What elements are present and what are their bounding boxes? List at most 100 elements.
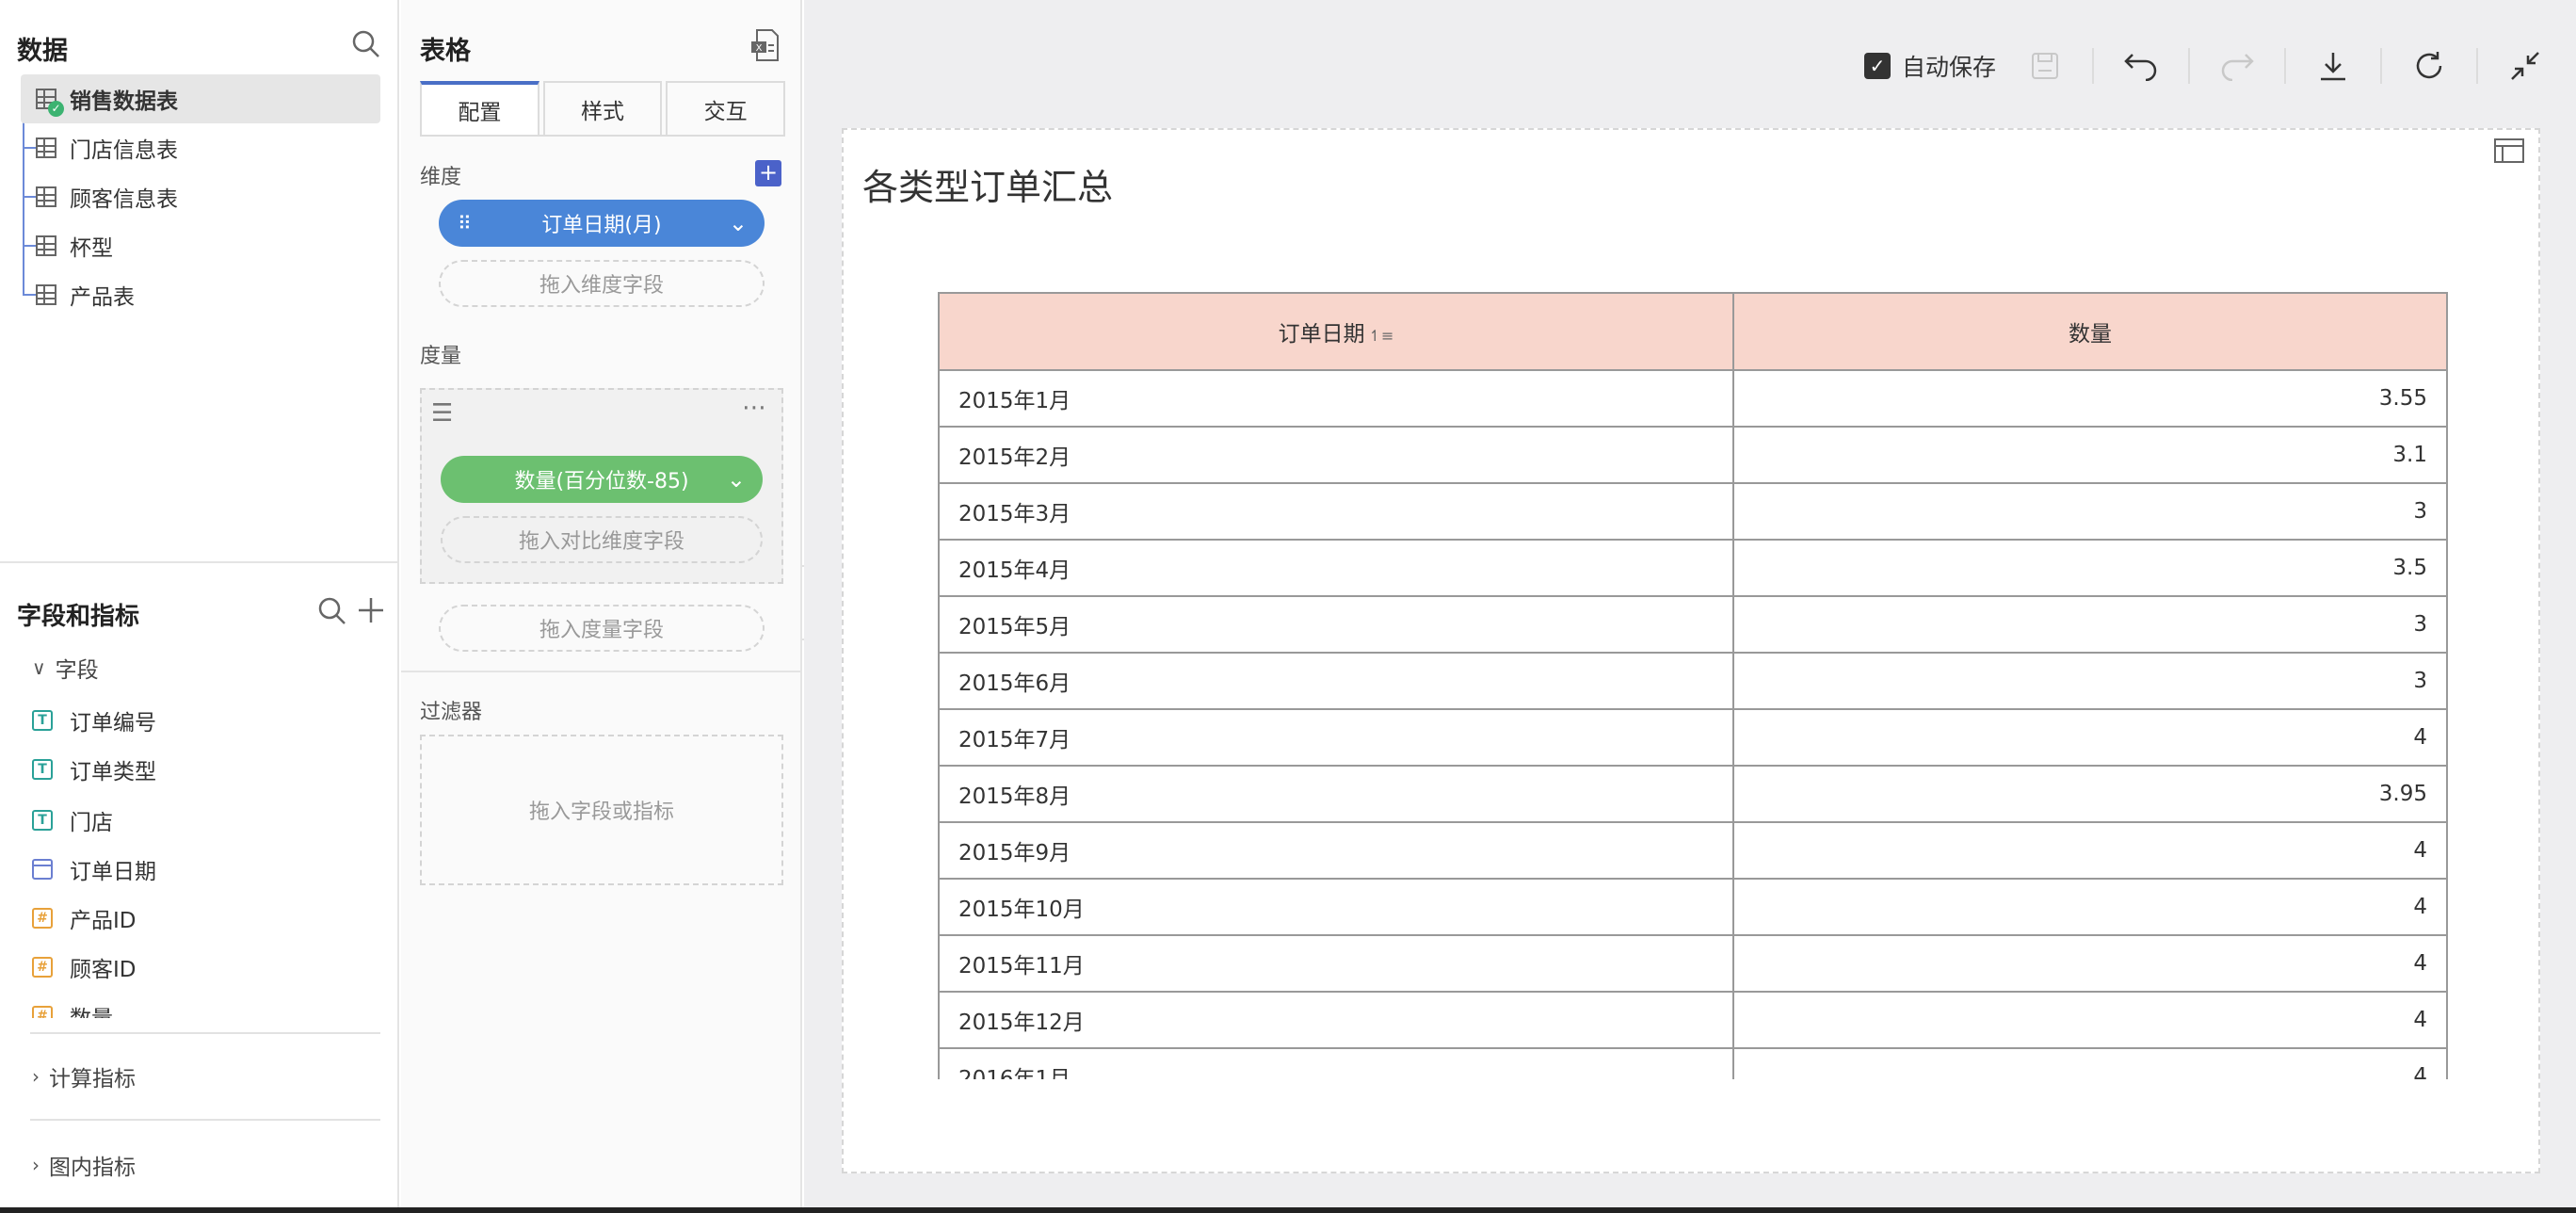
fields-group-toggle[interactable]: ∨ 字段 [32, 652, 99, 684]
measure-pill[interactable]: 数量(百分位数-85) ⌄ [441, 456, 763, 503]
tab-style[interactable]: 样式 [542, 81, 663, 136]
column-header-label: 数量 [2069, 322, 2112, 347]
table-row[interactable]: 2015年9月 4 [938, 821, 2448, 880]
undo-button[interactable] [2113, 42, 2169, 89]
date-cell: 2015年5月 [938, 595, 1734, 654]
add-icon[interactable] [356, 595, 386, 625]
dataset-item-product[interactable]: 产品表 [21, 270, 380, 319]
chart-menu-icon[interactable] [2486, 134, 2533, 181]
table-row[interactable]: 2015年1月 3.55 [938, 369, 2448, 428]
date-cell: 2015年6月 [938, 652, 1734, 710]
column-header-date[interactable]: 订单日期 ↿≡ [938, 292, 1734, 371]
table-icon [36, 284, 56, 305]
dimension-pill[interactable]: ⠿ 订单日期(月) ⌄ [439, 200, 765, 247]
chevron-right-icon: › [32, 1065, 40, 1088]
column-header-label: 订单日期 [1278, 322, 1365, 347]
config-tabs: 配置 样式 交互 [420, 81, 786, 136]
minimize-icon [2511, 52, 2539, 80]
add-dimension-button[interactable]: + [755, 160, 781, 186]
chevron-down-icon[interactable]: ⌄ [727, 466, 746, 493]
quantity-cell: 3 [1732, 652, 2448, 710]
drag-handle-icon[interactable]: ⠿ [458, 212, 472, 235]
inner-group-toggle[interactable]: › 图内指标 [32, 1149, 136, 1181]
field-label: 订单日期 [70, 860, 156, 884]
table-row[interactable]: 2015年6月 3 [938, 652, 2448, 710]
search-icon[interactable] [316, 595, 348, 627]
save-icon [2032, 53, 2058, 79]
config-panel-title: 表格 [420, 37, 471, 66]
quantity-cell: 3 [1732, 482, 2448, 541]
table-row[interactable]: 2015年8月 3.95 [938, 765, 2448, 823]
field-item[interactable]: T 门店 [32, 801, 113, 839]
panel-divider [401, 671, 802, 672]
date-cell: 2015年4月 [938, 539, 1734, 597]
table-row[interactable]: 2015年10月 4 [938, 878, 2448, 936]
tab-config[interactable]: 配置 [420, 81, 539, 136]
dataset-label: 杯型 [70, 236, 113, 261]
tab-interaction[interactable]: 交互 [666, 81, 786, 136]
filter-drop-zone[interactable]: 拖入字段或指标 [420, 735, 783, 885]
sort-asc-icon[interactable]: ↿≡ [1369, 327, 1394, 345]
refresh-button[interactable] [2401, 42, 2457, 89]
date-field-icon [32, 859, 53, 880]
calc-group-toggle[interactable]: › 计算指标 [32, 1060, 136, 1092]
dataset-item-cup[interactable]: 杯型 [21, 221, 380, 270]
table-row[interactable]: 2016年1月 4 [938, 1047, 2448, 1079]
table-row[interactable]: 2015年7月 4 [938, 708, 2448, 767]
field-item[interactable]: # 产品ID [32, 899, 137, 937]
quantity-cell: 3.1 [1732, 426, 2448, 484]
compare-drop-zone[interactable]: 拖入对比维度字段 [441, 516, 763, 563]
date-cell: 2016年1月 [938, 1047, 1734, 1079]
field-label: 数量 [70, 1000, 113, 1018]
table-icon [36, 186, 56, 207]
field-item[interactable]: T 订单类型 [32, 751, 156, 788]
more-icon[interactable]: ⋯ [742, 394, 766, 422]
download-button[interactable] [2305, 42, 2361, 89]
table-header-row: 订单日期 ↿≡ 数量 [938, 292, 2448, 371]
table-row[interactable]: 2015年5月 3 [938, 595, 2448, 654]
field-item[interactable]: # 数量 [32, 997, 113, 1018]
collapse-button[interactable] [2497, 42, 2553, 89]
config-panel: 表格 X 配置 样式 交互 维度 + ⠿ 订单日期(月) ⌄ 拖入维度字段 度量… [401, 0, 802, 1213]
table-body: 2015年1月 3.55 2015年2月 3.1 2015年3月 3 2015年4月 3.5 2… [938, 369, 2448, 1079]
chart-card[interactable]: 各类型订单汇总 订单日期 ↿≡ 数量 2015年1月 3.55 2015年2月 3.1 2… [842, 128, 2540, 1173]
table-row[interactable]: 2015年11月 4 [938, 934, 2448, 993]
field-item[interactable]: 订单日期 [32, 850, 156, 888]
text-field-icon: T [32, 759, 53, 780]
save-button[interactable] [2017, 42, 2073, 89]
toolbar: ✓ 自动保存 [1863, 38, 2576, 94]
excel-export-icon[interactable]: X [748, 26, 785, 64]
date-cell: 2015年8月 [938, 765, 1734, 823]
field-item[interactable]: T 订单编号 [32, 702, 156, 739]
toolbar-separator [2188, 48, 2190, 84]
chevron-down-icon[interactable]: ⌄ [729, 210, 748, 236]
search-icon[interactable] [350, 28, 382, 60]
column-header-quantity[interactable]: 数量 [1732, 292, 2448, 371]
dataset-label: 门店信息表 [70, 138, 178, 163]
svg-text:X: X [756, 43, 763, 54]
menu-icon[interactable]: ☰ [431, 399, 453, 428]
dimension-drop-zone[interactable]: 拖入维度字段 [439, 260, 765, 307]
dataset-label: 产品表 [70, 285, 135, 310]
field-label: 顾客ID [70, 958, 137, 982]
dataset-item-customer[interactable]: 顾客信息表 [21, 172, 380, 221]
measure-drop-zone[interactable]: 拖入度量字段 [439, 605, 765, 652]
date-cell: 2015年12月 [938, 991, 1734, 1049]
table-row[interactable]: 2015年12月 4 [938, 991, 2448, 1049]
dataset-item-store[interactable]: 门店信息表 [21, 123, 380, 172]
number-field-icon: # [32, 957, 53, 978]
date-cell: 2015年3月 [938, 482, 1734, 541]
table-row[interactable]: 2015年3月 3 [938, 482, 2448, 541]
number-field-icon: # [32, 908, 53, 929]
table-container: 订单日期 ↿≡ 数量 2015年1月 3.55 2015年2月 3.1 2015年3月 3 2… [938, 292, 2448, 1079]
number-field-icon: # [32, 1006, 53, 1018]
field-item[interactable]: # 顾客ID [32, 948, 137, 986]
dimension-pill-label: 订单日期(月) [541, 214, 662, 237]
quantity-cell: 4 [1732, 1047, 2448, 1079]
redo-icon [2221, 54, 2254, 81]
autosave-checkbox[interactable]: ✓ [1863, 53, 1891, 79]
table-row[interactable]: 2015年4月 3.5 [938, 539, 2448, 597]
redo-button[interactable] [2209, 42, 2265, 89]
dataset-item-sales[interactable]: ✓ 销售数据表 [21, 74, 380, 123]
table-row[interactable]: 2015年2月 3.1 [938, 426, 2448, 484]
